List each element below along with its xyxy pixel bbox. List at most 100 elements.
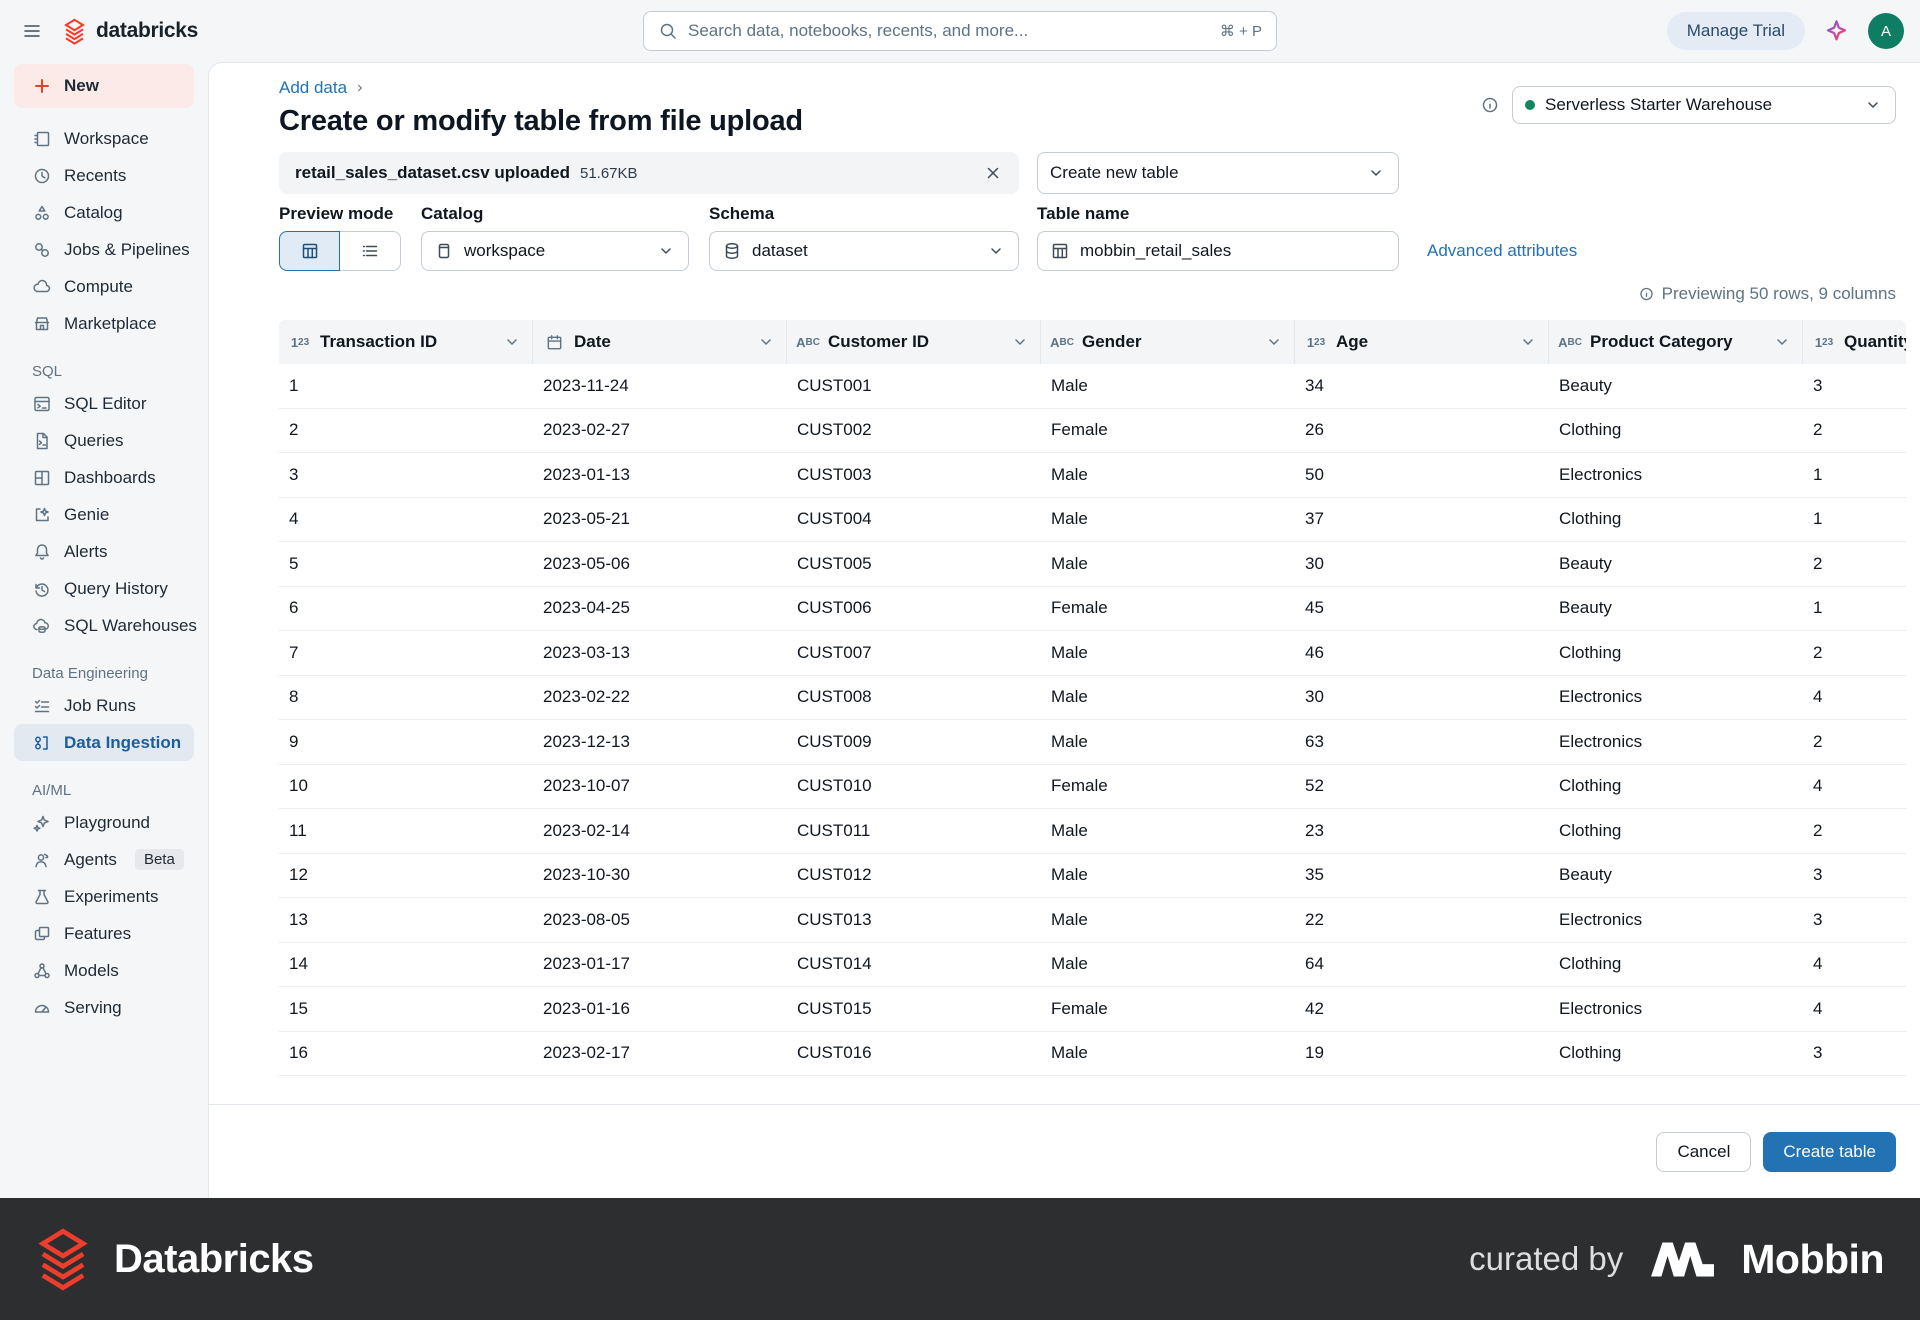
sidebar-item-dashboards[interactable]: Dashboards <box>14 459 194 496</box>
sidebar-item-label: SQL Editor <box>64 394 147 414</box>
sidebar-item-sql-editor[interactable]: SQL Editor <box>14 385 194 422</box>
table-cell: 2023-02-27 <box>533 420 787 440</box>
schema-select[interactable]: dataset <box>709 231 1019 271</box>
sidebar-item-label: Dashboards <box>64 468 156 488</box>
table-view-toggle[interactable] <box>279 231 340 271</box>
sidebar-item-playground[interactable]: Playground <box>14 804 194 841</box>
sidebar-item-marketplace[interactable]: Marketplace <box>14 305 194 342</box>
curated-by-text: curated by <box>1469 1240 1623 1278</box>
sidebar-item-jobs-pipelines[interactable]: Jobs & Pipelines <box>14 231 194 268</box>
chevron-down-icon <box>1010 332 1030 352</box>
databricks-brand[interactable]: databricks <box>62 18 198 45</box>
catalog-select[interactable]: workspace <box>421 231 689 271</box>
table-cell: 64 <box>1295 954 1549 974</box>
sidebar-item-label: Workspace <box>64 129 149 149</box>
top-bar: databricks ⌘ + P Manage Trial A <box>0 0 1920 62</box>
breadcrumb-add-data-link[interactable]: Add data <box>279 78 347 98</box>
table-row: 162023-02-17CUST016Male19Clothing3 <box>279 1032 1906 1077</box>
search-input[interactable] <box>688 21 1210 41</box>
table-cell: 42 <box>1295 999 1549 1019</box>
table-cell: 15 <box>279 999 533 1019</box>
table-cell: CUST008 <box>787 687 1041 707</box>
warehouse-select[interactable]: Serverless Starter Warehouse <box>1512 86 1896 124</box>
column-header-product-category[interactable]: ABCProduct Category <box>1549 320 1803 364</box>
global-search[interactable]: ⌘ + P <box>643 11 1277 51</box>
column-header-transaction-id[interactable]: 123Transaction ID <box>279 320 533 364</box>
sidebar-item-queries[interactable]: Queries <box>14 422 194 459</box>
table-mode-select[interactable]: Create new table <box>1037 152 1399 194</box>
sidebar-item-compute[interactable]: Compute <box>14 268 194 305</box>
sidebar-item-workspace[interactable]: Workspace <box>14 120 194 157</box>
table-cell: Female <box>1041 776 1295 796</box>
sidebar-item-features[interactable]: Features <box>14 915 194 952</box>
table-cell: Male <box>1041 865 1295 885</box>
agents-icon <box>32 850 52 870</box>
sidebar-item-models[interactable]: Models <box>14 952 194 989</box>
list-view-toggle[interactable] <box>340 231 401 271</box>
table-cell: 1 <box>1803 509 1906 529</box>
sidebar-item-sql-warehouses[interactable]: SQL Warehouses <box>14 607 194 644</box>
table-cell: 37 <box>1295 509 1549 529</box>
table-row: 92023-12-13CUST009Male63Electronics2 <box>279 720 1906 765</box>
table-name-field[interactable] <box>1037 231 1399 271</box>
table-cell: Clothing <box>1549 643 1803 663</box>
user-avatar[interactable]: A <box>1868 13 1904 49</box>
footer-brand-name: Databricks <box>114 1237 314 1282</box>
table-cell: 35 <box>1295 865 1549 885</box>
sidebar-item-job-runs[interactable]: Job Runs <box>14 687 194 724</box>
table-cell: 2023-05-21 <box>533 509 787 529</box>
info-icon[interactable] <box>1480 95 1500 115</box>
column-header-date[interactable]: Date <box>533 320 787 364</box>
chevron-down-icon <box>986 241 1006 261</box>
sidebar-item-label: Models <box>64 961 119 981</box>
advanced-attributes-link[interactable]: Advanced attributes <box>1427 241 1577 261</box>
sidebar-item-experiments[interactable]: Experiments <box>14 878 194 915</box>
table-row: 32023-01-13CUST003Male50Electronics1 <box>279 453 1906 498</box>
table-cell: Male <box>1041 1043 1295 1063</box>
sidebar-item-label: Data Ingestion <box>64 733 181 753</box>
sidebar-item-genie[interactable]: Genie <box>14 496 194 533</box>
table-cell: 19 <box>1295 1043 1549 1063</box>
sql-editor-icon <box>32 394 52 414</box>
table-cell: 14 <box>279 954 533 974</box>
column-header-label: Date <box>574 332 611 352</box>
column-header-quantity[interactable]: 123Quantity <box>1803 320 1906 364</box>
sidebar-item-alerts[interactable]: Alerts <box>14 533 194 570</box>
preview-mode-group: Preview mode <box>279 204 401 271</box>
sidebar-item-data-ingestion[interactable]: Data Ingestion <box>14 724 194 761</box>
hamburger-menu-icon[interactable] <box>22 21 42 41</box>
manage-trial-button[interactable]: Manage Trial <box>1667 12 1805 50</box>
sidebar-item-agents[interactable]: AgentsBeta <box>14 841 194 878</box>
sidebar-item-label: Compute <box>64 277 133 297</box>
table-cell: Male <box>1041 821 1295 841</box>
chevron-down-icon <box>502 332 522 352</box>
cancel-button[interactable]: Cancel <box>1656 1132 1751 1172</box>
table-cell: 2023-05-06 <box>533 554 787 574</box>
data-preview-table: 123Transaction ID Date ABCCustomer IDABCGe… <box>279 320 1906 1076</box>
sidebar-item-label: Recents <box>64 166 126 186</box>
table-cell: 52 <box>1295 776 1549 796</box>
remove-file-icon[interactable] <box>983 163 1003 183</box>
uploaded-file-bar: retail_sales_dataset.csv uploaded 51.67K… <box>279 152 1019 194</box>
main-content: Add data Serverless Starter Warehouse Cr… <box>209 63 1920 1076</box>
column-header-label: Quantity <box>1844 332 1906 352</box>
new-button[interactable]: New <box>14 64 194 108</box>
column-header-label: Age <box>1336 332 1368 352</box>
table-cell: 5 <box>279 554 533 574</box>
column-header-age[interactable]: 123Age <box>1295 320 1549 364</box>
sidebar-item-serving[interactable]: Serving <box>14 989 194 1026</box>
sidebar-item-recents[interactable]: Recents <box>14 157 194 194</box>
table-cell: 2 <box>1803 732 1906 752</box>
table-name-input[interactable] <box>1080 241 1386 261</box>
sidebar-item-query-history[interactable]: Query History <box>14 570 194 607</box>
table-cell: 4 <box>1803 776 1906 796</box>
string-type-icon: ABC <box>797 335 819 350</box>
ai-assistant-sparkle-icon[interactable] <box>1823 18 1850 45</box>
footer-databricks-brand: Databricks <box>34 1227 314 1291</box>
catalog-icon <box>32 203 52 223</box>
create-table-button[interactable]: Create table <box>1763 1132 1896 1172</box>
column-header-gender[interactable]: ABCGender <box>1041 320 1295 364</box>
sidebar-item-catalog[interactable]: Catalog <box>14 194 194 231</box>
table-cell: Electronics <box>1549 910 1803 930</box>
column-header-customer-id[interactable]: ABCCustomer ID <box>787 320 1041 364</box>
